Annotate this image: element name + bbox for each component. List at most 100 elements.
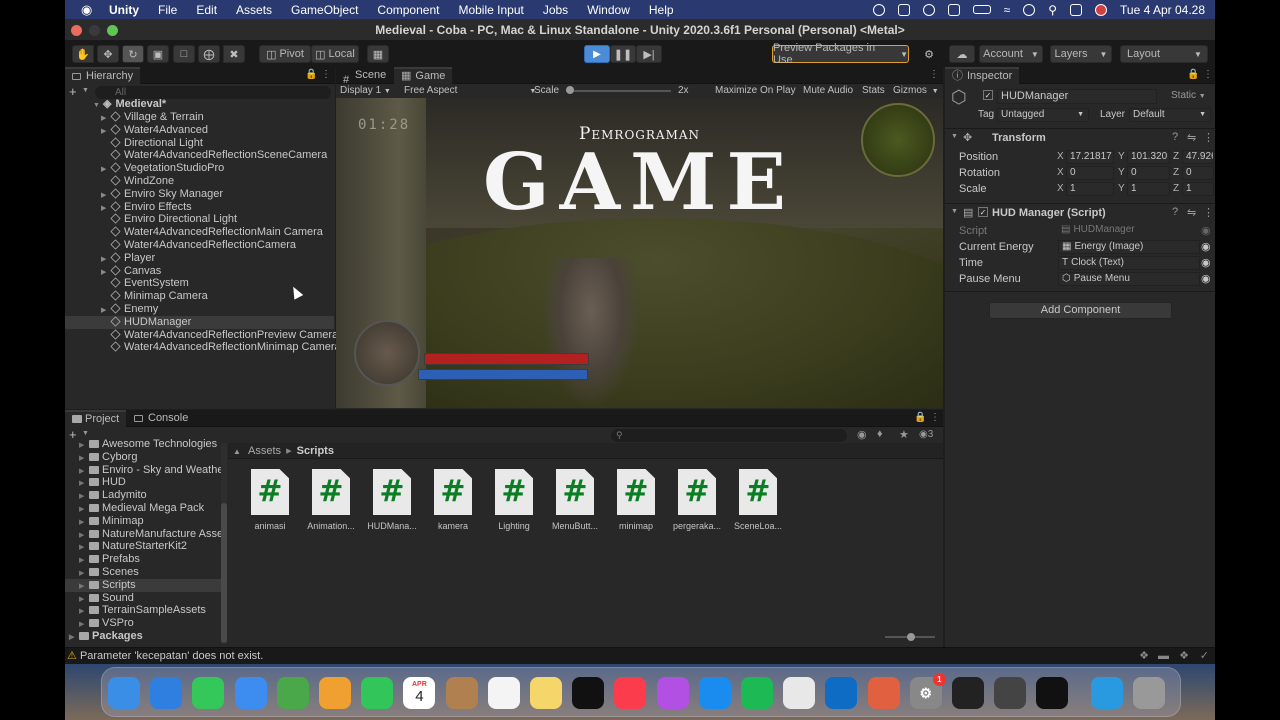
rotation-y-field[interactable]: 0 [1127,166,1170,180]
play-button[interactable]: ▶ [584,45,610,63]
local-toggle[interactable]: ◫ Local [311,45,359,63]
transform-tool-button[interactable]: ⨁ [198,45,220,63]
component-menu-icon[interactable]: ⋮ [1203,131,1214,144]
scale-y-field[interactable]: 1 [1127,182,1170,196]
hierarchy-item[interactable]: ▶ VegetationStudioPro [65,162,334,175]
menu-file[interactable]: File [158,3,177,17]
project-folder-item[interactable]: ▶ Prefabs [65,553,221,566]
position-x-field[interactable]: 17.21817 [1066,150,1114,164]
collapse-arrow-icon[interactable]: ▼ [951,208,958,215]
hierarchy-item[interactable]: HUDManager [65,315,334,329]
menu-gameobject[interactable]: GameObject [291,3,358,17]
position-z-field[interactable]: 47.9262 [1182,150,1214,164]
tab-game[interactable]: ▦ Game [394,67,453,84]
script-asset[interactable]: # minimap [606,469,666,531]
menu-window[interactable]: Window [587,3,630,17]
hierarchy-item[interactable]: ▶ Village & Terrain [65,111,334,124]
progress-icon[interactable]: ▬ [1158,648,1169,664]
reminders-icon[interactable] [487,677,520,709]
scale-slider[interactable] [566,86,671,94]
script-asset[interactable]: # animasi [240,469,300,531]
component-menu-icon[interactable]: ⋮ [1203,206,1214,219]
user-icon[interactable] [1023,3,1036,16]
project-folder-item[interactable]: ▶ Enviro - Sky and Weather [65,464,223,477]
layer-dropdown[interactable]: Default ▼ [1129,108,1211,122]
project-folder-item[interactable]: ▶ Minimap [65,515,221,528]
move-tool-button[interactable]: ✥ [97,45,119,63]
folder-icon[interactable] [1090,677,1123,709]
preset-icon[interactable]: ⇋ [1187,131,1196,144]
hierarchy-item[interactable]: WindZone [65,175,334,188]
unity-hub-icon[interactable] [994,677,1027,709]
status-bar[interactable]: ⚠ Parameter 'kecepatan' does not exist. … [65,647,1215,664]
chevron-down-icon[interactable]: ▼ [82,87,89,94]
add-component-button[interactable]: Add Component [989,302,1172,319]
menu-jobs[interactable]: Jobs [543,3,568,17]
maps-icon[interactable] [276,677,309,709]
object-picker-icon[interactable]: ◉ [1201,255,1211,271]
rotation-z-field[interactable]: 0 [1182,166,1214,180]
appstore-icon[interactable] [698,677,731,709]
facetime-icon[interactable] [361,677,394,709]
object-picker-icon[interactable]: ◉ [1201,239,1211,255]
contacts-icon[interactable] [445,677,478,709]
hierarchy-item[interactable]: ▶ Player [65,252,334,265]
finder-icon[interactable] [108,677,140,709]
battery-icon[interactable] [972,5,991,14]
trash-icon[interactable] [1132,677,1165,709]
chrome-icon[interactable] [783,677,816,709]
settings-icon[interactable]: ⚙ 1 [909,673,946,709]
terminal-icon[interactable] [952,677,984,709]
object-name-input[interactable]: HUDManager [997,89,1157,104]
scale-tool-button[interactable]: ▣ [147,45,169,63]
siri-icon[interactable] [1095,3,1108,16]
project-folder-item[interactable]: ▶ Cyborg [65,451,221,464]
hierarchy-item[interactable]: Water4AdvancedReflectionMain Camera [65,226,334,239]
music-icon[interactable] [614,677,647,709]
menu-edit[interactable]: Edit [196,3,217,17]
expand-arrow-icon[interactable]: ▶ [69,631,79,644]
record-icon[interactable] [872,3,885,16]
menubar-clock[interactable]: Tue 4 Apr 04.28 [1120,3,1205,17]
hidden-packages-toggle[interactable]: ◉3 [919,429,933,440]
hierarchy-item[interactable]: Water4AdvancedReflectionSceneCamera [65,149,334,162]
spotify-icon[interactable] [741,677,773,709]
time-field[interactable]: T Clock (Text) [1058,256,1200,270]
hierarchy-item[interactable]: ▶ Enemy [65,303,334,316]
safari-icon[interactable] [150,677,183,709]
gizmos-dropdown[interactable]: Gizmos ▼ [893,84,939,99]
script-asset[interactable]: # MenuButt... [545,469,605,531]
help-icon[interactable]: ? [1172,131,1178,143]
account-dropdown[interactable]: Account ▼ [979,45,1043,63]
project-folder-item[interactable]: ▶ NatureStarterKit2 [65,540,221,553]
tab-scene[interactable]: # Scene [336,67,393,86]
filter-type-icon[interactable]: ◉ [857,428,867,441]
packages-folder[interactable]: ▶ Packages [65,630,221,643]
script-asset[interactable]: # Animation... [301,469,361,531]
position-y-field[interactable]: 101.320 [1127,150,1170,164]
preview-packages-dropdown[interactable]: Preview Packages in Use ▼ [772,42,909,66]
focus-icon[interactable] [922,3,935,16]
vscode-icon[interactable] [825,677,858,709]
control-center-icon[interactable] [1070,3,1083,16]
photos-icon[interactable] [319,677,351,709]
hierarchy-item[interactable]: ▶ Enviro Sky Manager [65,188,334,201]
lock-icon[interactable]: 🔒 [305,69,317,80]
folder-scrollbar-thumb[interactable] [221,503,227,643]
pause-menu-field[interactable]: ⬡ Pause Menu [1058,272,1200,286]
mute-audio-toggle[interactable]: Mute Audio [803,84,853,98]
hierarchy-item[interactable]: ▶ Canvas [65,265,334,278]
scene-root[interactable]: ▼ ◈ Medieval* [65,98,334,111]
aspect-dropdown[interactable]: Free Aspect ▼ [404,84,536,99]
project-folder-item[interactable]: ▶ TerrainSampleAssets [65,604,221,617]
lock-icon[interactable]: 🔒 [914,412,926,423]
panel-menu-icon[interactable]: ⋮ [929,69,939,80]
favorite-star-icon[interactable]: ★ [899,428,909,441]
cloud-button[interactable]: ☁ [949,45,975,63]
project-folder-item[interactable]: ▶ Scripts [65,578,221,592]
custom-tool-button[interactable]: ✖ [223,45,245,63]
breadcrumb-scripts[interactable]: Scripts [297,445,334,457]
hand-tool-button[interactable]: ✋ [72,45,94,63]
airplay-icon[interactable] [947,3,960,16]
menu-component[interactable]: Component [377,3,439,17]
